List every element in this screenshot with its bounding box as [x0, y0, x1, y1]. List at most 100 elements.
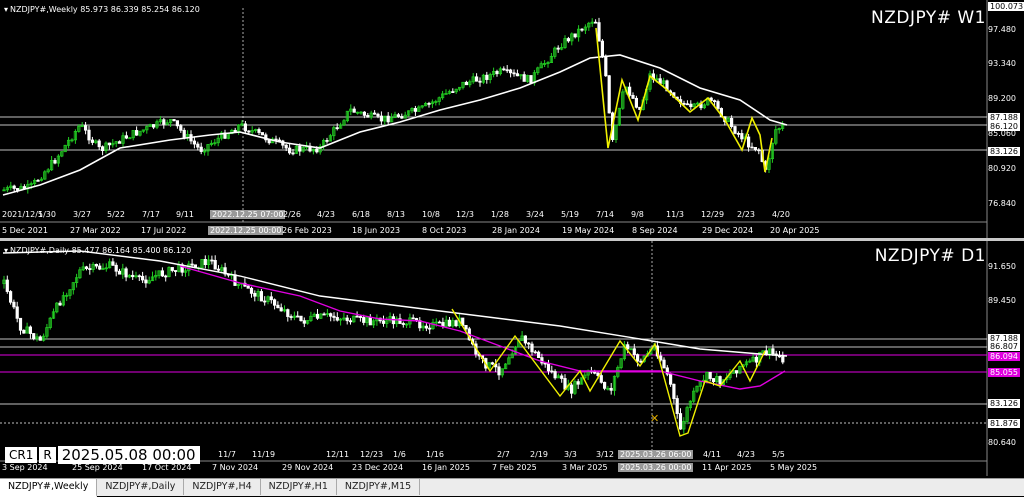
candle-body: [685, 103, 690, 106]
candle-body: [522, 74, 526, 82]
price-label-ma: 86.094: [988, 352, 1020, 361]
candle-body: [730, 117, 734, 127]
time-mark: 1/30: [38, 210, 56, 219]
time-mark: 2/26: [283, 210, 301, 219]
candle-body: [15, 188, 20, 191]
candle-body: [600, 40, 605, 57]
candle-body: [124, 268, 128, 278]
candle-body: [38, 336, 42, 341]
crosshair-time-mark: 2022.12.25 07:00: [210, 210, 286, 219]
candle-body: [553, 371, 557, 379]
dropdown-arrow-icon[interactable]: ▾: [4, 246, 8, 255]
candle-body: [636, 354, 640, 362]
candle-body: [173, 270, 178, 272]
candle-body: [427, 103, 431, 105]
date-label: 5 May 2025: [770, 463, 818, 472]
time-mark: 10/8: [422, 210, 440, 219]
candle-body: [117, 270, 122, 275]
candle-body: [151, 124, 156, 128]
candle-body: [495, 71, 499, 75]
candle-body: [137, 275, 141, 278]
candle-body: [94, 263, 98, 267]
candle-body: [379, 115, 384, 122]
candle-body: [84, 125, 88, 131]
weekly-chart-canvas[interactable]: [0, 0, 1024, 238]
chart-tab-bar: NZDJPY#,Weekly NZDJPY#,Daily NZDJPY#,H4 …: [0, 478, 1024, 497]
tab-m15[interactable]: NZDJPY#,M15: [337, 479, 421, 495]
candle-body: [190, 263, 194, 266]
price-label: 89.200: [988, 94, 1016, 103]
candle-body: [296, 315, 300, 318]
time-mark: 7/17: [142, 210, 160, 219]
candle-body: [781, 356, 785, 363]
candle-body: [272, 299, 277, 306]
daily-chart-panel[interactable]: ✕ ▾ NZDJPY#,Daily 85.477 86.164 85.400 86…: [0, 241, 1024, 476]
crosshair-date-label: 2022.12.25 00:00: [208, 226, 284, 235]
daily-info-text: NZDJPY#,Daily 85.477 86.164 85.400 86.12…: [10, 246, 192, 255]
crosshair-tag: CR1: [5, 447, 38, 463]
candle-body: [464, 81, 469, 86]
candle-body: [175, 120, 179, 127]
candle-body: [530, 343, 534, 353]
candle-body: [366, 114, 370, 118]
candle-body: [246, 285, 250, 289]
candle-body: [179, 125, 183, 131]
candle-body: [348, 320, 353, 323]
tab-h1[interactable]: NZDJPY#,H1: [261, 479, 337, 495]
candle-body: [546, 362, 551, 372]
candle-body: [97, 140, 101, 148]
time-mark: 4/23: [737, 450, 755, 459]
date-label: 11 Apr 2025: [702, 463, 752, 472]
tab-weekly[interactable]: NZDJPY#,Weekly: [0, 479, 98, 497]
candle-body: [736, 132, 741, 135]
candle-body: [750, 146, 754, 149]
candle-body: [573, 33, 577, 38]
candle-body: [512, 72, 516, 75]
dropdown-arrow-icon[interactable]: ▾: [4, 5, 8, 14]
time-mark: 4/11: [703, 450, 721, 459]
candle-body: [753, 147, 758, 151]
candle-body: [735, 370, 739, 374]
time-mark: 9/11: [176, 210, 194, 219]
date-label: 16 Jan 2025: [422, 463, 470, 472]
candle-body: [299, 315, 303, 322]
crosshair-datetime-box: CR1 R 2025.05.08 00:00: [5, 446, 200, 464]
date-label: 25 Sep 2024: [72, 463, 123, 472]
candle-body: [274, 138, 278, 141]
tab-h4[interactable]: NZDJPY#,H4: [184, 479, 261, 495]
crosshair-date-label: 2025.03.26 00:00: [618, 463, 694, 472]
candle-body: [716, 101, 720, 109]
candle-body: [597, 22, 601, 42]
candle-body: [413, 108, 418, 112]
candle-body: [771, 348, 775, 355]
candle-body: [556, 47, 560, 50]
candle-body: [576, 381, 580, 385]
candle-body: [213, 260, 217, 270]
date-label: 8 Sep 2024: [632, 226, 678, 235]
candle-body: [626, 344, 630, 350]
tab-daily[interactable]: NZDJPY#,Daily: [97, 479, 185, 495]
time-mark: 5/5: [772, 450, 785, 459]
date-label: 23 Dec 2024: [352, 463, 404, 472]
candle-body: [607, 75, 611, 114]
candle-body: [192, 140, 196, 145]
candle-body: [233, 274, 237, 286]
date-label: 5 Dec 2021: [2, 226, 49, 235]
candle-body: [689, 103, 693, 108]
candle-body: [437, 321, 442, 324]
candle-body: [249, 287, 254, 294]
candle-body: [376, 113, 380, 117]
daily-chart-canvas[interactable]: ✕: [0, 241, 1024, 476]
candle-body: [286, 309, 290, 317]
time-mark: 1/16: [426, 450, 444, 459]
price-label-hline: 86.807: [988, 342, 1020, 351]
time-mark: 9/8: [631, 210, 644, 219]
candle-body: [401, 323, 405, 325]
time-mark: 2/7: [497, 450, 510, 459]
time-mark: 1/6: [393, 450, 406, 459]
candle-body: [210, 259, 214, 262]
candle-body: [523, 335, 528, 344]
weekly-chart-panel[interactable]: ▾ NZDJPY#,Weekly 85.973 86.339 85.254 86.…: [0, 0, 1024, 238]
candle-body: [508, 69, 513, 74]
candle-body: [84, 266, 89, 269]
